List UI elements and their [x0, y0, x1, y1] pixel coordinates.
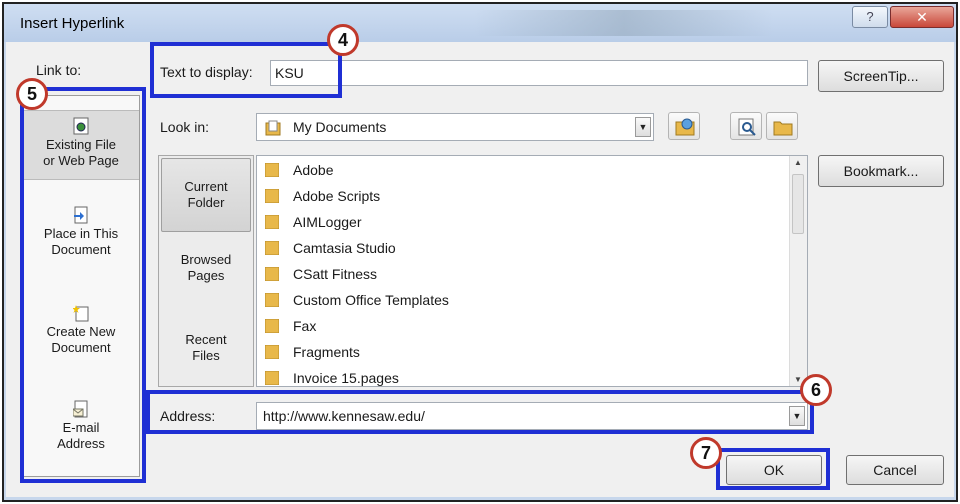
callout-5: 5	[16, 78, 48, 110]
nav-recent-line2: Files	[192, 348, 220, 363]
list-item[interactable]: Camtasia Studio	[261, 235, 781, 261]
nav-current-folder[interactable]: Current Folder	[161, 158, 251, 232]
folder-icon	[265, 163, 279, 177]
file-name: Invoice 15.pages	[293, 370, 399, 386]
folder-icon	[265, 319, 279, 333]
nav-current-line1: Current	[184, 179, 228, 194]
callout-4: 4	[327, 24, 359, 56]
new-document-icon	[73, 305, 89, 322]
cancel-button[interactable]: Cancel	[846, 455, 944, 485]
address-input[interactable]: http://www.kennesaw.edu/ ▼	[256, 402, 808, 430]
title-bar[interactable]: Insert Hyperlink ? ✕	[4, 4, 956, 42]
documents-folder-icon	[265, 120, 281, 136]
list-item[interactable]: Adobe	[261, 157, 781, 183]
link-to-existing-file-line2: or Web Page	[43, 153, 119, 168]
look-in-value: My Documents	[293, 119, 387, 135]
folder-icon	[265, 371, 279, 385]
scrollbar-thumb[interactable]	[792, 174, 804, 234]
list-item[interactable]: CSatt Fitness	[261, 261, 781, 287]
list-item[interactable]: Fax	[261, 313, 781, 339]
list-item[interactable]: Custom Office Templates	[261, 287, 781, 313]
link-to-place-in-document[interactable]: Place in This Document	[23, 206, 139, 270]
callout-7: 7	[690, 437, 722, 469]
browse-web-button[interactable]	[668, 112, 700, 140]
folder-icon	[265, 345, 279, 359]
look-in-dropdown[interactable]: My Documents ▼	[256, 113, 654, 141]
text-to-display-input[interactable]: KSU	[270, 60, 808, 86]
nav-browsed-pages[interactable]: Browsed Pages	[159, 252, 253, 292]
bookmark-button[interactable]: Bookmark...	[818, 155, 944, 187]
folder-icon	[773, 121, 793, 136]
help-icon: ?	[866, 9, 874, 24]
file-list[interactable]: Adobe Adobe Scripts AIMLogger Camtasia S…	[256, 155, 808, 387]
link-to-label: Link to:	[36, 62, 82, 78]
help-button[interactable]: ?	[852, 6, 888, 28]
nav-recent-line1: Recent	[185, 332, 227, 347]
folder-icon	[265, 267, 279, 281]
screentip-button-label: ScreenTip...	[843, 68, 919, 84]
open-folder-button[interactable]	[766, 112, 798, 140]
folder-icon	[265, 215, 279, 229]
link-to-create-new-document[interactable]: Create New Document	[23, 304, 139, 368]
nav-browsed-line2: Pages	[187, 268, 225, 283]
browse-web-icon	[675, 118, 695, 136]
ok-button-label: OK	[763, 462, 785, 478]
search-icon	[738, 118, 756, 136]
link-to-create-line2: Document	[51, 340, 111, 355]
nav-browsed-line1: Browsed	[180, 252, 232, 267]
web-page-icon	[73, 117, 89, 135]
screentip-button[interactable]: ScreenTip...	[818, 60, 944, 92]
file-name: AIMLogger	[293, 214, 362, 230]
bookmark-button-label: Bookmark...	[843, 163, 919, 179]
look-in-label: Look in:	[160, 119, 210, 135]
folder-icon	[265, 293, 279, 307]
text-to-display-value: KSU	[275, 65, 304, 81]
file-name: Fragments	[293, 344, 360, 360]
close-button[interactable]: ✕	[890, 6, 954, 28]
link-to-create-line1: Create New	[46, 324, 116, 339]
link-to-place-line2: Document	[51, 242, 111, 257]
folder-icon	[265, 189, 279, 203]
callout-6: 6	[800, 374, 832, 406]
link-to-place-line1: Place in This	[43, 226, 119, 241]
link-to-existing-file[interactable]: Existing File or Web Page	[23, 110, 139, 180]
file-name: Camtasia Studio	[293, 240, 396, 256]
nav-panel: Current Folder Browsed Pages Recent File…	[158, 155, 254, 387]
link-to-email-address[interactable]: E-mail Address	[23, 400, 139, 464]
file-name: Fax	[293, 318, 317, 334]
email-icon	[73, 400, 88, 418]
nav-recent-files[interactable]: Recent Files	[159, 332, 253, 372]
folder-icon	[265, 241, 279, 255]
document-place-icon	[74, 206, 88, 224]
list-item[interactable]: Adobe Scripts	[261, 183, 781, 209]
address-value: http://www.kennesaw.edu/	[263, 408, 425, 424]
scroll-up-icon[interactable]: ▲	[794, 158, 802, 167]
list-item[interactable]: AIMLogger	[261, 209, 781, 235]
text-to-display-label: Text to display:	[160, 64, 253, 80]
file-name: CSatt Fitness	[293, 266, 378, 282]
link-to-existing-file-line1: Existing File	[45, 137, 117, 152]
file-name: Custom Office Templates	[293, 292, 449, 308]
link-to-email-line2: Address	[57, 436, 105, 451]
title-bar-blur	[474, 10, 774, 36]
close-icon: ✕	[916, 9, 928, 25]
ok-button[interactable]: OK	[726, 455, 822, 485]
list-item[interactable]: Invoice 15.pages	[261, 365, 781, 386]
browse-file-button[interactable]	[730, 112, 762, 140]
link-to-panel: Existing File or Web Page Place in This …	[22, 95, 140, 477]
address-label: Address:	[160, 408, 216, 424]
list-item[interactable]: Fragments	[261, 339, 781, 365]
file-name: Adobe Scripts	[293, 188, 381, 204]
chevron-down-icon[interactable]: ▼	[789, 406, 805, 426]
nav-current-line2: Folder	[187, 195, 225, 210]
cancel-button-label: Cancel	[873, 462, 917, 478]
chevron-down-icon[interactable]: ▼	[635, 117, 651, 137]
file-name: Adobe	[293, 162, 334, 178]
file-list-scrollbar[interactable]: ▲ ▼	[789, 156, 807, 386]
dialog-title: Insert Hyperlink	[20, 15, 125, 32]
link-to-email-line1: E-mail	[62, 420, 100, 435]
